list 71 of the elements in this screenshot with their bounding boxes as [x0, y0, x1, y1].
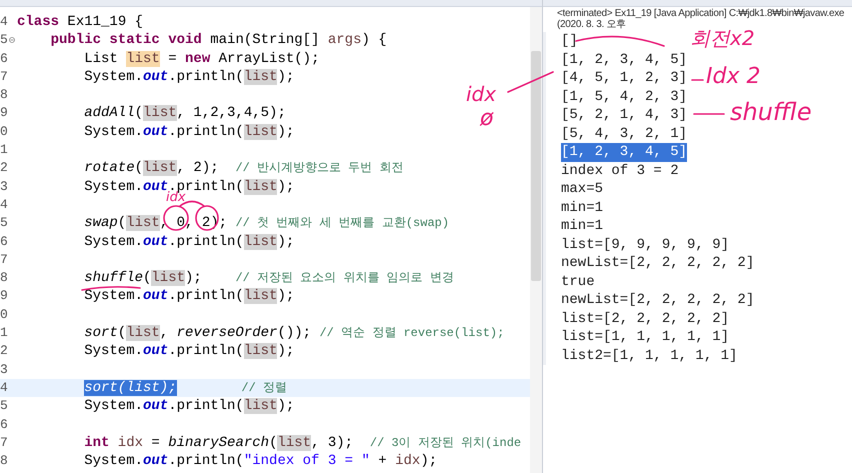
line-number: 7	[0, 68, 9, 86]
scrollbar[interactable]	[530, 7, 542, 473]
line-number: 2	[0, 342, 9, 360]
console-output-line: [5, 2, 1, 4, 3]	[561, 106, 688, 124]
line-number: 3	[0, 360, 9, 379]
line-number: 0	[0, 122, 9, 141]
code-line: addAll(list, 1,2,3,4,5);	[84, 104, 286, 123]
line-number: 6	[0, 232, 9, 251]
code-line: int idx = binarySearch(list, 3); // 3이 저장된 위치(inde	[84, 434, 522, 452]
handwritten-note: shuffle	[730, 100, 812, 124]
scrollbar-thumb[interactable]	[531, 51, 541, 281]
collapse-icon[interactable]	[9, 37, 15, 44]
console-output-line: max=5	[561, 180, 604, 198]
code-line: shuffle(list); // 저장된 요소의 위치를 임의로 변경	[84, 269, 454, 288]
console-output-line: [5, 4, 3, 2, 1]	[561, 124, 688, 143]
console-output-line: newList=[2, 2, 2, 2, 2]	[561, 291, 754, 310]
code-line: sort(list); // 정렬	[84, 378, 288, 398]
console-output-line: newList=[2, 2, 2, 2, 2]	[561, 254, 754, 272]
code-line: System.out.println(list);	[84, 397, 294, 416]
handwritten-underline	[81, 286, 141, 291]
line-number: 9	[0, 287, 9, 306]
console-output-line: [1, 5, 4, 2, 3]	[561, 88, 688, 106]
handwritten-line	[691, 79, 704, 81]
code-line: List list = new ArrayList();	[84, 50, 320, 68]
line-number: 4	[0, 378, 9, 397]
line-number: 5	[0, 397, 9, 416]
line-number: 8	[0, 269, 9, 288]
console-output-line: true	[561, 272, 595, 291]
console-output-line: []	[561, 32, 578, 50]
line-number: 4	[0, 13, 9, 31]
line-number: 2	[0, 159, 9, 178]
console-output-line: min=1	[561, 217, 604, 236]
console-output-line: min=1	[561, 198, 604, 217]
handwritten-note: ø	[480, 108, 494, 130]
line-number: 7	[0, 250, 9, 269]
line-number: 7	[0, 434, 9, 452]
console-status: <terminated> Ex11_19 [Java Application] C:₩jdk1.8₩bin₩javaw.exe (2020. 8. 3. 오후	[556, 7, 846, 30]
handwritten-line	[693, 113, 725, 115]
code-line: public static void main(String[] args) {	[50, 31, 387, 50]
handwritten-line	[507, 71, 554, 93]
console-output-line: list2=[1, 1, 1, 1, 1]	[561, 346, 738, 365]
line-number: 9	[0, 104, 9, 122]
line-number: 4	[0, 196, 9, 214]
code-line: System.out.println(list);	[84, 287, 294, 306]
line-number: 3	[0, 178, 9, 196]
handwritten-note: idx	[466, 84, 496, 104]
line-number: 5	[0, 31, 9, 50]
console-output-line: list=[9, 9, 9, 9, 9]	[561, 236, 730, 254]
console-output-line: index of 3 = 2	[561, 162, 679, 180]
line-number: 8	[0, 86, 9, 104]
code-line: rotate(list, 2); // 반시계방향으로 두번 회전	[84, 159, 404, 178]
code-line: System.out.println(list);	[84, 232, 294, 251]
code-line: System.out.println("index of 3 = " + idx);	[84, 452, 438, 470]
line-number: 6	[0, 50, 9, 68]
code-line: System.out.println(list);	[84, 68, 294, 86]
code-line: sort(list, reverseOrder()); // 역순 정렬 reverse(list);	[84, 324, 504, 342]
console-output-line: list=[2, 2, 2, 2, 2]	[561, 310, 730, 328]
handwritten-note: 회전x2	[690, 28, 755, 48]
line-number: 1	[0, 324, 9, 342]
line-number: 5	[0, 214, 9, 232]
code-line: System.out.println(list);	[84, 342, 294, 361]
handwritten-note: Idx 2	[706, 66, 760, 88]
line-number: 6	[0, 416, 9, 434]
code-line: System.out.println(list);	[84, 122, 294, 142]
console-output-line: [1, 2, 3, 4, 5]	[561, 50, 688, 69]
console-output-line: [4, 5, 1, 2, 3]	[561, 69, 688, 88]
console-output-line: list=[1, 1, 1, 1, 1]	[561, 328, 730, 346]
line-number: 8	[0, 452, 9, 470]
line-number: 1	[0, 141, 9, 160]
code-line: class Ex11_19 {	[17, 13, 144, 32]
line-number: 0	[0, 306, 9, 324]
